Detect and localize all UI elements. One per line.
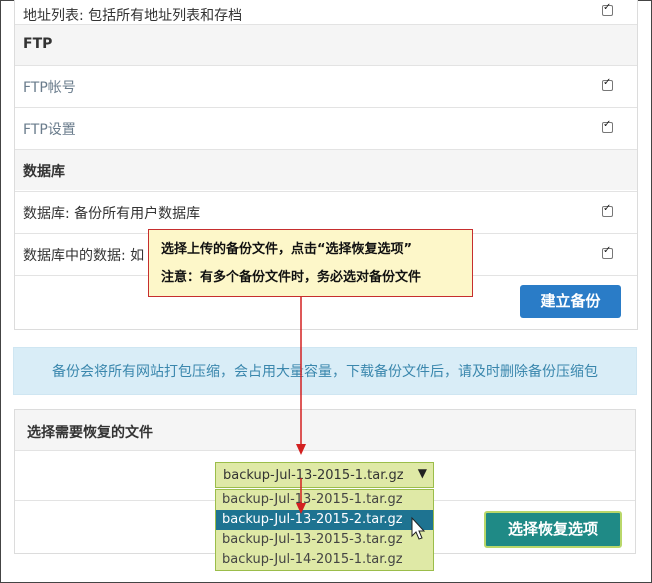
callout-line-2: 注意：有多个备份文件时，务必选对备份文件 [161,270,422,285]
callout-line-1: 选择上传的备份文件，点击“选择恢复选项” [161,242,413,257]
cursor-icon [411,516,426,540]
annotation-callout: 选择上传的备份文件，点击“选择恢复选项” 注意：有多个备份文件时，务必选对备份文… [148,229,473,297]
callout-arrow-head [296,444,306,455]
option-arrow-head [296,503,306,514]
